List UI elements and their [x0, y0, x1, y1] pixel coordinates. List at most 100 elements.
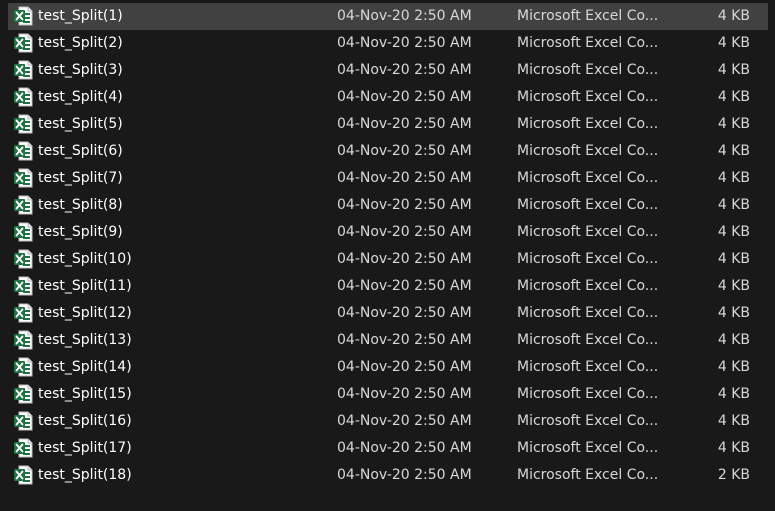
file-size: 4 KB [717, 143, 750, 159]
excel-file-icon [13, 141, 33, 161]
file-size: 4 KB [717, 62, 750, 78]
file-row[interactable]: test_Split(13) 04-Nov-20 2:50 AM Microsoft… [8, 327, 768, 354]
file-row[interactable]: test_Split(8) 04-Nov-20 2:50 AM Microsoft … [8, 192, 768, 219]
file-list: test_Split(1) 04-Nov-20 2:50 AM Microsoft … [0, 0, 775, 511]
file-type: Microsoft Excel Co... [517, 35, 659, 51]
file-row[interactable]: test_Split(1) 04-Nov-20 2:50 AM Microsoft … [8, 3, 768, 30]
excel-file-icon [13, 357, 33, 377]
file-name: test_Split(13) [38, 332, 132, 348]
file-date-modified: 04-Nov-20 2:50 AM [337, 332, 472, 348]
excel-file-icon [13, 222, 33, 242]
excel-file-icon [13, 330, 33, 350]
file-row[interactable]: test_Split(2) 04-Nov-20 2:50 AM Microsoft … [8, 30, 768, 57]
file-date-modified: 04-Nov-20 2:50 AM [337, 197, 472, 213]
file-date-modified: 04-Nov-20 2:50 AM [337, 89, 472, 105]
file-type: Microsoft Excel Co... [517, 197, 659, 213]
file-type: Microsoft Excel Co... [517, 89, 659, 105]
file-row[interactable]: test_Split(12) 04-Nov-20 2:50 AM Microsoft… [8, 300, 768, 327]
file-name: test_Split(8) [38, 197, 123, 213]
excel-file-icon [13, 384, 33, 404]
excel-file-icon [13, 87, 33, 107]
file-row[interactable]: test_Split(16) 04-Nov-20 2:50 AM Microsoft… [8, 408, 768, 435]
file-date-modified: 04-Nov-20 2:50 AM [337, 413, 472, 429]
file-size: 2 KB [717, 467, 750, 483]
file-date-modified: 04-Nov-20 2:50 AM [337, 224, 472, 240]
file-name: test_Split(16) [38, 413, 132, 429]
file-row[interactable]: test_Split(3) 04-Nov-20 2:50 AM Microsoft … [8, 57, 768, 84]
file-type: Microsoft Excel Co... [517, 116, 659, 132]
file-type: Microsoft Excel Co... [517, 8, 659, 24]
file-type: Microsoft Excel Co... [517, 332, 659, 348]
file-date-modified: 04-Nov-20 2:50 AM [337, 8, 472, 24]
file-row[interactable]: test_Split(15) 04-Nov-20 2:50 AM Microsoft… [8, 381, 768, 408]
file-date-modified: 04-Nov-20 2:50 AM [337, 116, 472, 132]
excel-file-icon [13, 438, 33, 458]
file-type: Microsoft Excel Co... [517, 170, 659, 186]
file-size: 4 KB [717, 413, 750, 429]
file-date-modified: 04-Nov-20 2:50 AM [337, 386, 472, 402]
file-type: Microsoft Excel Co... [517, 467, 659, 483]
file-size: 4 KB [717, 386, 750, 402]
file-name: test_Split(7) [38, 170, 123, 186]
excel-file-icon [13, 249, 33, 269]
file-row[interactable]: test_Split(10) 04-Nov-20 2:50 AM Microsoft… [8, 246, 768, 273]
excel-file-icon [13, 114, 33, 134]
file-date-modified: 04-Nov-20 2:50 AM [337, 359, 472, 375]
file-type: Microsoft Excel Co... [517, 251, 659, 267]
file-size: 4 KB [717, 116, 750, 132]
file-name: test_Split(2) [38, 35, 123, 51]
file-row[interactable]: test_Split(7) 04-Nov-20 2:50 AM Microsoft … [8, 165, 768, 192]
file-date-modified: 04-Nov-20 2:50 AM [337, 143, 472, 159]
file-size: 4 KB [717, 251, 750, 267]
file-date-modified: 04-Nov-20 2:50 AM [337, 251, 472, 267]
excel-file-icon [13, 33, 33, 53]
file-name: test_Split(9) [38, 224, 123, 240]
file-size: 4 KB [717, 170, 750, 186]
file-row[interactable]: test_Split(17) 04-Nov-20 2:50 AM Microsoft… [8, 435, 768, 462]
file-date-modified: 04-Nov-20 2:50 AM [337, 35, 472, 51]
file-row[interactable]: test_Split(5) 04-Nov-20 2:50 AM Microsoft … [8, 111, 768, 138]
file-name: test_Split(1) [38, 8, 123, 24]
excel-file-icon [13, 195, 33, 215]
file-name: test_Split(14) [38, 359, 132, 375]
file-size: 4 KB [717, 359, 750, 375]
file-row[interactable]: test_Split(18) 04-Nov-20 2:50 AM Microsoft… [8, 462, 768, 489]
excel-file-icon [13, 303, 33, 323]
file-type: Microsoft Excel Co... [517, 440, 659, 456]
file-row[interactable]: test_Split(4) 04-Nov-20 2:50 AM Microsoft … [8, 84, 768, 111]
file-date-modified: 04-Nov-20 2:50 AM [337, 467, 472, 483]
file-size: 4 KB [717, 440, 750, 456]
file-row[interactable]: test_Split(11) 04-Nov-20 2:50 AM Microsoft… [8, 273, 768, 300]
file-size: 4 KB [717, 8, 750, 24]
file-size: 4 KB [717, 224, 750, 240]
file-type: Microsoft Excel Co... [517, 143, 659, 159]
excel-file-icon [13, 276, 33, 296]
file-name: test_Split(4) [38, 89, 123, 105]
excel-file-icon [13, 411, 33, 431]
file-size: 4 KB [717, 278, 750, 294]
file-type: Microsoft Excel Co... [517, 359, 659, 375]
file-date-modified: 04-Nov-20 2:50 AM [337, 440, 472, 456]
file-size: 4 KB [717, 197, 750, 213]
file-size: 4 KB [717, 89, 750, 105]
file-name: test_Split(6) [38, 143, 123, 159]
file-name: test_Split(3) [38, 62, 123, 78]
file-row[interactable]: test_Split(9) 04-Nov-20 2:50 AM Microsoft … [8, 219, 768, 246]
file-date-modified: 04-Nov-20 2:50 AM [337, 278, 472, 294]
file-name: test_Split(15) [38, 386, 132, 402]
file-name: test_Split(10) [38, 251, 132, 267]
file-type: Microsoft Excel Co... [517, 62, 659, 78]
file-name: test_Split(5) [38, 116, 123, 132]
file-name: test_Split(12) [38, 305, 132, 321]
file-date-modified: 04-Nov-20 2:50 AM [337, 170, 472, 186]
file-type: Microsoft Excel Co... [517, 224, 659, 240]
file-date-modified: 04-Nov-20 2:50 AM [337, 305, 472, 321]
file-size: 4 KB [717, 35, 750, 51]
file-name: test_Split(17) [38, 440, 132, 456]
file-size: 4 KB [717, 332, 750, 348]
file-row[interactable]: test_Split(6) 04-Nov-20 2:50 AM Microsoft … [8, 138, 768, 165]
file-row[interactable]: test_Split(14) 04-Nov-20 2:50 AM Microsoft… [8, 354, 768, 381]
excel-file-icon [13, 168, 33, 188]
excel-file-icon [13, 465, 33, 485]
file-name: test_Split(11) [38, 278, 132, 294]
